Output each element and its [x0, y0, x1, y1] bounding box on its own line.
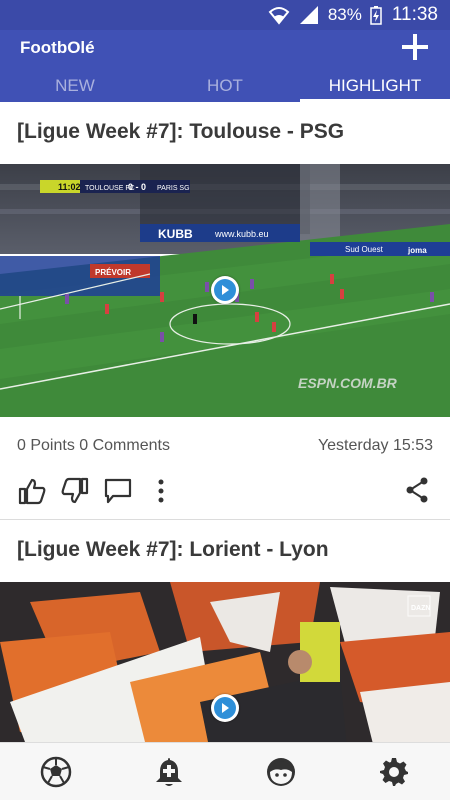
plus-icon: [402, 34, 428, 60]
svg-text:ESPN.COM.BR: ESPN.COM.BR: [298, 375, 398, 391]
signal-icon: [298, 5, 320, 25]
svg-text:KUBB: KUBB: [158, 227, 193, 241]
tab-bar: NEW HOT HIGHLIGHT: [0, 74, 450, 102]
svg-text:www.kubb.eu: www.kubb.eu: [214, 229, 269, 239]
battery-icon: [370, 5, 382, 25]
svg-text:DAZN: DAZN: [411, 605, 430, 612]
battery-percent: 83%: [327, 5, 362, 24]
points-comments: 0 Points 0 Comments: [17, 437, 170, 454]
more-vert-icon: [158, 479, 164, 502]
thumbs-down-icon: [61, 477, 89, 503]
upvote-button[interactable]: [16, 475, 48, 507]
nav-home[interactable]: [0, 743, 113, 800]
app-bar: FootbOlé NEW HOT HIGHLIGHT: [0, 30, 450, 102]
share-icon: [406, 477, 428, 503]
svg-text:0 - 0: 0 - 0: [128, 182, 146, 192]
comment-button[interactable]: [102, 475, 134, 507]
more-options-button[interactable]: [145, 475, 177, 507]
play-button[interactable]: [211, 694, 239, 722]
bell-add-icon: [155, 757, 182, 786]
app-title: FootbOlé: [20, 38, 95, 57]
feed[interactable]: [Ligue Week #7]: Toulouse - PSG KUBB www…: [0, 102, 450, 742]
nav-settings[interactable]: [338, 743, 450, 800]
post-card: [Ligue Week #7]: Lorient - Lyon DAZN: [0, 520, 450, 742]
add-post-button[interactable]: [400, 32, 430, 62]
post-card: [Ligue Week #7]: Toulouse - PSG KUBB www…: [0, 102, 450, 520]
face-icon: [267, 757, 296, 786]
nav-notifications[interactable]: [113, 743, 226, 800]
status-time: 11:38: [391, 4, 438, 25]
post-title[interactable]: [Ligue Week #7]: Toulouse - PSG: [0, 102, 450, 164]
play-icon: [214, 697, 236, 719]
comment-icon: [104, 478, 132, 503]
wifi-icon: [268, 5, 290, 25]
play-icon: [214, 279, 236, 301]
thumbs-up-icon: [18, 478, 46, 504]
post-time: Yesterday 15:53: [317, 437, 433, 454]
svg-text:PRÉVOIR: PRÉVOIR: [95, 268, 131, 277]
tab-highlight[interactable]: HIGHLIGHT: [300, 74, 450, 102]
svg-text:PARIS SG: PARIS SG: [157, 185, 190, 192]
video-thumbnail[interactable]: DAZN: [0, 582, 450, 742]
play-button[interactable]: [211, 276, 239, 304]
video-thumbnail[interactable]: KUBB www.kubb.eu Sud Ouest joma PRÉVOIR: [0, 164, 450, 417]
status-bar: 83% 11:38: [0, 0, 450, 30]
tab-new[interactable]: NEW: [0, 74, 150, 102]
tab-hot[interactable]: HOT: [150, 74, 300, 102]
svg-text:11:02: 11:02: [58, 182, 81, 192]
share-button[interactable]: [402, 474, 432, 506]
nav-profile[interactable]: [225, 743, 338, 800]
post-title[interactable]: [Ligue Week #7]: Lorient - Lyon: [0, 520, 450, 582]
post-meta: 0 Points 0 Comments Yesterday 15:53: [0, 417, 450, 462]
soccer-ball-icon: [41, 756, 72, 787]
svg-text:Sud Ouest: Sud Ouest: [345, 245, 384, 254]
post-actions: [0, 462, 450, 519]
bottom-navigation: [0, 742, 450, 800]
svg-text:joma: joma: [407, 246, 427, 255]
downvote-button[interactable]: [59, 475, 91, 507]
gear-icon: [379, 757, 408, 786]
